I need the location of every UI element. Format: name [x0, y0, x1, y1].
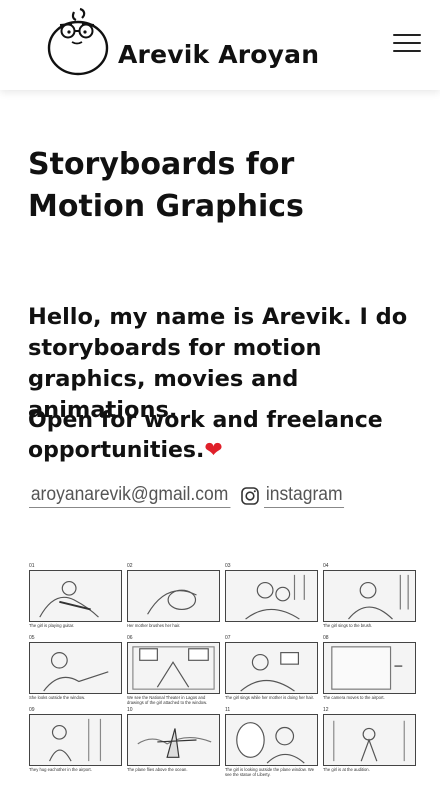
panel-sketch — [127, 714, 220, 766]
panel-sketch — [29, 714, 122, 766]
heart-icon: ❤ — [204, 438, 223, 463]
instagram-icon[interactable] — [240, 486, 260, 506]
storyboard-image: 01 The girl is playing guitar. 02 Her mothe… — [29, 563, 421, 777]
panel-number: 12 — [323, 707, 329, 713]
panel-caption: The girl sings to the brush. — [323, 623, 373, 628]
email-link[interactable]: aroyanarevik@gmail.com — [29, 484, 231, 508]
panel-number: 11 — [225, 707, 231, 713]
panel-caption: We see the National Theater in Lagos and… — [127, 695, 208, 705]
panel-number: 08 — [323, 635, 329, 641]
site-header: Arevik Aroyan — [0, 0, 440, 90]
panel-sketch — [225, 570, 318, 622]
home-logo-link[interactable]: Arevik Aroyan — [44, 6, 319, 78]
panel-number: 05 — [29, 635, 35, 641]
panel-caption: The girl sings while her mother is doing… — [225, 695, 314, 700]
storyboard-panel: 05 She looks outside the window. — [29, 635, 122, 700]
page-title: Storyboards for Motion Graphics — [28, 147, 304, 224]
panel-caption: The girl is looking outside the plane wi… — [225, 767, 315, 777]
panel-sketch — [225, 714, 318, 766]
panel-caption: She looks outside the window. — [29, 695, 86, 700]
panel-sketch — [323, 570, 416, 622]
instagram-link[interactable]: instagram — [263, 484, 345, 508]
storyboard-panel: 01 The girl is playing guitar. — [29, 563, 122, 628]
panel-number: 02 — [127, 563, 133, 569]
panel-number: 06 — [127, 635, 133, 641]
storyboard-panel: 07 The girl sings while her mother is doi… — [225, 635, 318, 700]
panel-caption: The girl is playing guitar. — [29, 623, 75, 628]
panel-caption: The camera moves to the airport. — [323, 695, 385, 700]
site-name: Arevik Aroyan — [118, 39, 320, 69]
cartoon-face-logo-icon — [47, 7, 109, 76]
panel-number: 10 — [127, 707, 133, 713]
open-for-work-text: Open for work and freelance opportunitie… — [28, 406, 428, 466]
storyboard-panel: 08 The camera moves to the airport. — [323, 635, 416, 700]
menu-line — [393, 50, 421, 52]
panel-caption: The girl is at the audition. — [323, 767, 370, 772]
panel-caption: Her mother brushes her hair. — [127, 623, 181, 628]
menu-line — [393, 42, 421, 44]
storyboard-panel: 03 — [225, 563, 318, 623]
menu-line — [393, 34, 421, 36]
contact-links: aroyanarevik@gmail.com instagram — [29, 484, 351, 508]
panel-sketch — [323, 714, 416, 766]
storyboard-panel: 09 They hug eachother in the airport. — [29, 707, 122, 772]
hamburger-menu-icon[interactable] — [393, 34, 421, 54]
panel-sketch — [29, 570, 122, 622]
panel-sketch — [225, 642, 318, 694]
panel-sketch — [323, 642, 416, 694]
storyboard-panel: 06 We see the National Theater in Lagos a… — [127, 635, 220, 705]
storyboard-panel: 12 The girl is at the audition. — [323, 707, 416, 772]
panel-caption: They hug eachother in the airport. — [29, 767, 92, 772]
panel-number: 04 — [323, 563, 329, 569]
panel-number: 01 — [29, 563, 35, 569]
panel-number: 03 — [225, 563, 231, 569]
panel-sketch — [127, 570, 220, 622]
storyboard-panel: 10 The plane flies above the ocean. — [127, 707, 220, 772]
panel-number: 07 — [225, 635, 231, 641]
storyboard-panel: 02 Her mother brushes her hair. — [127, 563, 220, 628]
panel-caption: The plane flies above the ocean. — [127, 767, 188, 772]
panel-number: 09 — [29, 707, 35, 713]
panel-sketch — [29, 642, 122, 694]
storyboard-panel: 11 The girl is looking outside the plane … — [225, 707, 318, 777]
storyboard-panel: 04 The girl sings to the brush. — [323, 563, 416, 628]
panel-sketch — [127, 642, 220, 694]
